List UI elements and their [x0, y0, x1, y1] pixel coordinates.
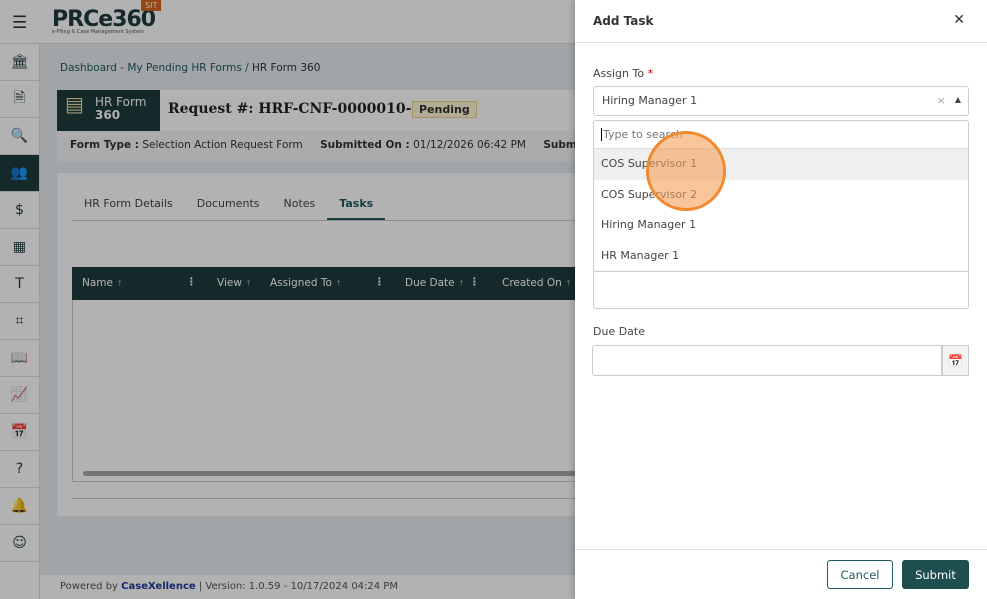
due-date-label: Due Date	[593, 325, 645, 338]
due-date-input[interactable]	[592, 345, 942, 376]
cancel-button[interactable]: Cancel	[827, 560, 893, 589]
panel-title: Add Task	[593, 14, 654, 28]
assign-to-label: Assign To *	[593, 67, 654, 80]
option-hiring-manager-1[interactable]: Hiring Manager 1	[594, 210, 968, 241]
assign-to-select[interactable]: Hiring Manager 1 × ▲	[593, 86, 969, 116]
add-task-panel: Add Task ✕ Assign To * Hiring Manager 1 × ▲…	[575, 0, 987, 599]
assign-to-dropdown: COS Supervisor 1 COS Supervisor 2 Hiring…	[593, 120, 969, 272]
modal-backdrop[interactable]	[0, 0, 575, 599]
calendar-icon[interactable]: 📅	[942, 345, 969, 376]
option-hr-manager-1[interactable]: HR Manager 1	[594, 241, 968, 272]
submit-button[interactable]: Submit	[902, 560, 969, 589]
divider	[575, 549, 987, 550]
clear-icon[interactable]: ×	[937, 94, 946, 107]
caret-up-icon[interactable]: ▲	[955, 95, 961, 104]
close-icon[interactable]: ✕	[953, 12, 965, 28]
click-indicator	[646, 131, 726, 211]
dropdown-search-input[interactable]	[601, 128, 961, 141]
